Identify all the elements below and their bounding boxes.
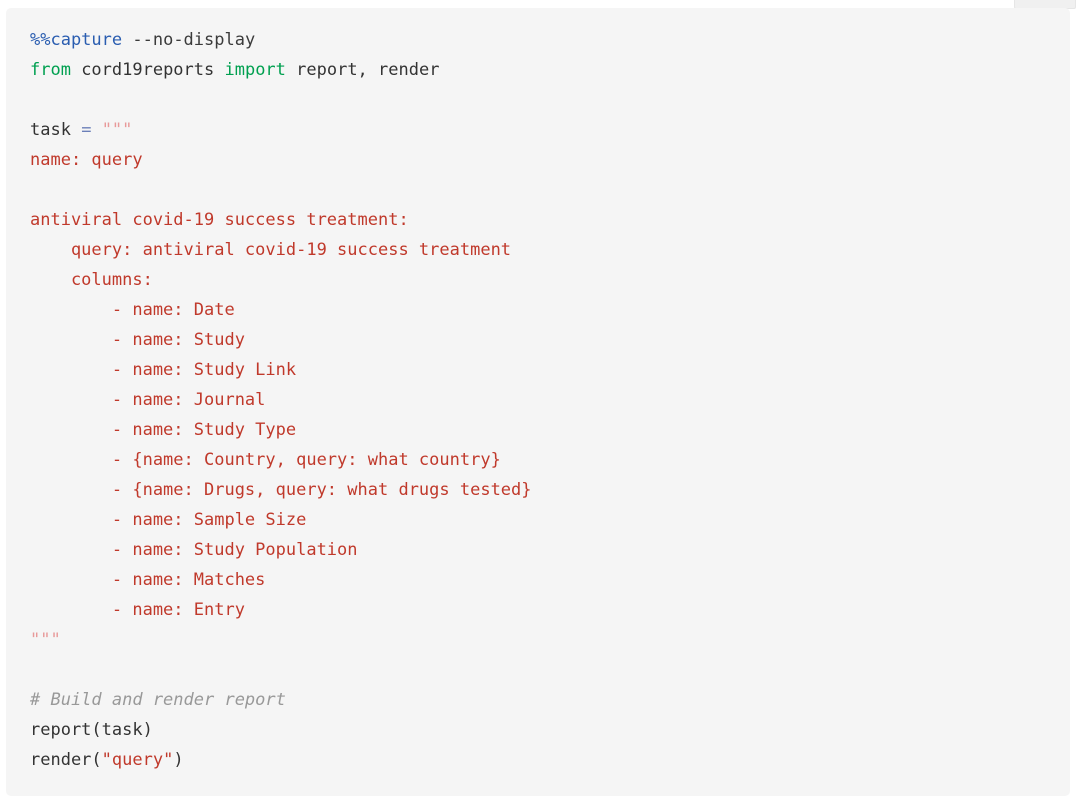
code-token: task <box>101 720 143 740</box>
code-line[interactable]: query: antiviral covid-19 success treatm… <box>6 235 1070 265</box>
code-token: """ <box>101 120 133 140</box>
code-token: - name: Study Type <box>30 420 297 440</box>
code-token: report <box>30 720 92 740</box>
code-token: ) <box>142 720 153 740</box>
code-line[interactable]: - name: Entry <box>6 595 1070 625</box>
code-token: cord19reports <box>70 60 225 80</box>
code-line[interactable] <box>6 655 1070 685</box>
code-line[interactable]: columns: <box>6 265 1070 295</box>
code-line[interactable]: report(task) <box>6 715 1070 745</box>
code-line[interactable]: render("query") <box>6 745 1070 775</box>
code-token: - {name: Drugs, query: what drugs tested… <box>30 480 532 500</box>
code-token: antiviral covid-19 success treatment: <box>30 210 409 230</box>
code-token: ) <box>173 750 184 770</box>
code-token: render <box>30 750 92 770</box>
code-token: import <box>224 60 286 80</box>
code-token: query: antiviral covid-19 success treatm… <box>30 240 512 260</box>
code-line[interactable]: """ <box>6 625 1070 655</box>
code-cell[interactable]: %%capture --no-display from cord19reports… <box>6 8 1070 796</box>
code-token: from <box>30 60 71 80</box>
code-token: - name: Matches <box>30 570 266 590</box>
code-line[interactable]: - {name: Drugs, query: what drugs tested… <box>6 475 1070 505</box>
code-token: - name: Study Population <box>30 540 358 560</box>
code-token: - name: Entry <box>30 600 245 620</box>
code-line[interactable] <box>6 175 1070 205</box>
code-line[interactable]: - name: Study Link <box>6 355 1070 385</box>
code-token: """ <box>30 630 61 650</box>
code-line[interactable]: from cord19reports import report, render <box>6 55 1070 85</box>
code-token: task <box>30 120 82 140</box>
code-token: = <box>81 120 92 140</box>
code-token: columns: <box>30 270 153 290</box>
code-line[interactable]: - name: Study <box>6 325 1070 355</box>
code-token: --no-display <box>132 30 256 50</box>
code-line[interactable]: name: query <box>6 145 1070 175</box>
code-line[interactable]: - name: Date <box>6 295 1070 325</box>
code-token: ( <box>91 720 102 740</box>
code-line[interactable]: # Build and render report <box>6 685 1070 715</box>
code-token: report, render <box>285 60 440 80</box>
code-token: "query" <box>101 750 174 770</box>
code-token: - name: Date <box>30 300 235 320</box>
code-token: - name: Study <box>30 330 245 350</box>
code-editor-area[interactable]: %%capture --no-display from cord19reports… <box>6 8 1070 775</box>
code-token: - {name: Country, query: what country} <box>30 450 501 470</box>
code-line[interactable]: - name: Journal <box>6 385 1070 415</box>
code-token: name: query <box>30 150 143 170</box>
code-line[interactable]: antiviral covid-19 success treatment: <box>6 205 1070 235</box>
code-line[interactable]: task = """ <box>6 115 1070 145</box>
code-token: - name: Journal <box>30 390 266 410</box>
code-token: ( <box>91 750 102 770</box>
code-token: %%capture <box>30 30 123 50</box>
code-token: - name: Sample Size <box>30 510 307 530</box>
code-line[interactable]: - {name: Country, query: what country} <box>6 445 1070 475</box>
code-line[interactable]: - name: Study Population <box>6 535 1070 565</box>
code-line[interactable]: - name: Sample Size <box>6 505 1070 535</box>
code-token: # Build and render report <box>30 690 286 710</box>
code-line[interactable] <box>6 85 1070 115</box>
code-token: - name: Study Link <box>30 360 297 380</box>
code-line[interactable]: - name: Study Type <box>6 415 1070 445</box>
code-line[interactable]: - name: Matches <box>6 565 1070 595</box>
code-line[interactable]: %%capture --no-display <box>6 25 1070 55</box>
notebook-page: %%capture --no-display from cord19reports… <box>0 0 1080 810</box>
